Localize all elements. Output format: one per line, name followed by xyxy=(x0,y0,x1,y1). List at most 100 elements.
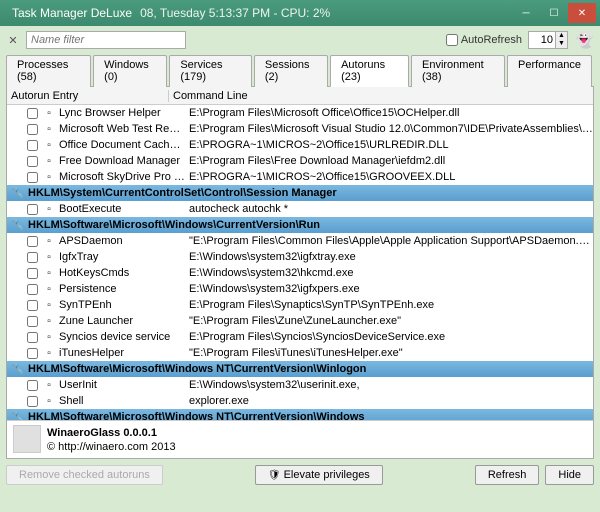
entry-name: Shell xyxy=(59,395,185,407)
autorun-entry[interactable]: ▫iTunesHelper"E:\Program Files\iTunes\iT… xyxy=(7,345,593,361)
autorun-entry[interactable]: ▫UserInitE:\Windows\system32\userinit.ex… xyxy=(7,377,593,393)
entry-name: Free Download Manager xyxy=(59,155,185,167)
spin-up-icon[interactable]: ▲ xyxy=(555,32,567,40)
entry-checkbox[interactable] xyxy=(27,108,38,119)
entry-command: E:\PROGRA~1\MICROS~2\Office15\URLREDIR.D… xyxy=(185,139,593,151)
clear-filter-icon[interactable]: ✕ xyxy=(6,33,20,47)
autorun-entry[interactable]: ▫Office Document Cache Han...E:\PROGRA~1… xyxy=(7,137,593,153)
autorun-entry[interactable]: ▫PersistenceE:\Windows\system32\igfxpers… xyxy=(7,281,593,297)
entry-checkbox[interactable] xyxy=(27,380,38,391)
entry-checkbox[interactable] xyxy=(27,236,38,247)
title-bar: Task Manager DeLuxe 08, Tuesday 5:13:37 … xyxy=(0,0,600,26)
autorun-entry[interactable]: ▫Microsoft Web Test Recorde...E:\Program… xyxy=(7,121,593,137)
spin-down-icon[interactable]: ▼ xyxy=(555,40,567,48)
autorun-entry[interactable]: ▫IgfxTrayE:\Windows\system32\igfxtray.ex… xyxy=(7,249,593,265)
autorun-entry[interactable]: ▫HotKeysCmdsE:\Windows\system32\hkcmd.ex… xyxy=(7,265,593,281)
tab-sessions[interactable]: Sessions (2) xyxy=(254,55,328,87)
entry-name: Persistence xyxy=(59,283,185,295)
entry-name: HotKeysCmds xyxy=(59,267,185,279)
autorefresh-checkbox[interactable]: AutoRefresh xyxy=(446,34,522,46)
entry-checkbox[interactable] xyxy=(27,332,38,343)
entry-name: Zune Launcher xyxy=(59,315,185,327)
entry-checkbox[interactable] xyxy=(27,172,38,183)
bottom-bar: Remove checked autoruns Elevate privileg… xyxy=(0,459,600,491)
tab-autoruns[interactable]: Autoruns (23) xyxy=(330,55,409,87)
detail-app-icon xyxy=(13,425,41,453)
autorefresh-interval[interactable]: ▲▼ xyxy=(528,31,568,49)
entry-name: SynTPEnh xyxy=(59,299,185,311)
app-icon: ▫ xyxy=(42,282,56,296)
name-filter-input[interactable] xyxy=(26,31,186,49)
entry-checkbox[interactable] xyxy=(27,204,38,215)
autorun-entry[interactable]: ▫Shellexplorer.exe xyxy=(7,393,593,409)
refresh-button[interactable]: Refresh xyxy=(475,465,540,485)
column-headers: Autorun Entry Command Line xyxy=(7,87,593,105)
autorun-entry[interactable]: ▫Lync Browser HelperE:\Program Files\Mic… xyxy=(7,105,593,121)
close-button[interactable]: ✕ xyxy=(568,3,596,23)
registry-icon: 🔧 xyxy=(11,362,25,376)
app-icon: ▫ xyxy=(42,170,56,184)
entry-command: E:\Program Files\Free Download Manager\i… xyxy=(185,155,593,167)
col-autorun-entry[interactable]: Autorun Entry xyxy=(7,90,169,102)
maximize-button[interactable]: ☐ xyxy=(540,3,568,23)
entry-checkbox[interactable] xyxy=(27,316,38,327)
ghost-icon[interactable]: 👻 xyxy=(574,30,594,50)
entry-command: E:\Program Files\Microsoft Visual Studio… xyxy=(185,123,593,135)
entry-name: BootExecute xyxy=(59,203,185,215)
autorun-entry[interactable]: ▫BootExecuteautocheck autochk * xyxy=(7,201,593,217)
registry-icon: 🔧 xyxy=(11,218,25,232)
autorun-entry[interactable]: ▫Free Download ManagerE:\Program Files\F… xyxy=(7,153,593,169)
entry-name: IgfxTray xyxy=(59,251,185,263)
entry-checkbox[interactable] xyxy=(27,252,38,263)
autorun-entry[interactable]: ▫SynTPEnhE:\Program Files\Synaptics\SynT… xyxy=(7,297,593,313)
entry-name: Syncios device service xyxy=(59,331,185,343)
entry-checkbox[interactable] xyxy=(27,300,38,311)
group-header[interactable]: 🔧HKLM\Software\Microsoft\Windows NT\Curr… xyxy=(7,409,593,420)
autorun-entry[interactable]: ▫Zune Launcher"E:\Program Files\Zune\Zun… xyxy=(7,313,593,329)
hide-button[interactable]: Hide xyxy=(545,465,594,485)
col-command-line[interactable]: Command Line xyxy=(169,90,593,102)
tab-environment[interactable]: Environment (38) xyxy=(411,55,505,87)
app-icon: ▫ xyxy=(42,330,56,344)
entry-name: iTunesHelper xyxy=(59,347,185,359)
entry-checkbox[interactable] xyxy=(27,156,38,167)
detail-pane: WinaeroGlass 0.0.0.1 © http://winaero.co… xyxy=(7,420,593,458)
tab-services[interactable]: Services (179) xyxy=(169,55,252,87)
tab-windows[interactable]: Windows (0) xyxy=(93,55,167,87)
entry-checkbox[interactable] xyxy=(27,396,38,407)
entry-checkbox[interactable] xyxy=(27,140,38,151)
entry-command: E:\Program Files\Synaptics\SynTP\SynTPEn… xyxy=(185,299,593,311)
entry-checkbox[interactable] xyxy=(27,348,38,359)
entry-checkbox[interactable] xyxy=(27,124,38,135)
entry-checkbox[interactable] xyxy=(27,268,38,279)
entry-command: "E:\Program Files\Common Files\Apple\App… xyxy=(185,235,593,247)
autorun-entry[interactable]: ▫Syncios device serviceE:\Program Files\… xyxy=(7,329,593,345)
group-header[interactable]: 🔧HKLM\Software\Microsoft\Windows NT\Curr… xyxy=(7,361,593,377)
entry-command: E:\Windows\system32\userinit.exe, xyxy=(185,379,593,391)
entry-checkbox[interactable] xyxy=(27,284,38,295)
registry-icon: 🔧 xyxy=(11,410,25,420)
entry-command: E:\Program Files\Microsoft Office\Office… xyxy=(185,107,593,119)
tab-performance[interactable]: Performance xyxy=(507,55,592,87)
app-icon: ▫ xyxy=(42,106,56,120)
app-icon: ▫ xyxy=(42,298,56,312)
entry-command: E:\PROGRA~1\MICROS~2\Office15\GROOVEEX.D… xyxy=(185,171,593,183)
entry-command: autocheck autochk * xyxy=(185,203,593,215)
app-icon: ▫ xyxy=(42,314,56,328)
autoruns-list[interactable]: ▫Lync Browser HelperE:\Program Files\Mic… xyxy=(7,105,593,420)
autorun-entry[interactable]: ▫Microsoft SkyDrive Pro Brow...E:\PROGRA… xyxy=(7,169,593,185)
tab-processes[interactable]: Processes (58) xyxy=(6,55,91,87)
tab-bar: Processes (58)Windows (0)Services (179)S… xyxy=(6,54,594,87)
group-header[interactable]: 🔧HKLM\System\CurrentControlSet\Control\S… xyxy=(7,185,593,201)
app-icon: ▫ xyxy=(42,378,56,392)
entry-command: E:\Windows\system32\igfxpers.exe xyxy=(185,283,593,295)
app-title: Task Manager DeLuxe xyxy=(4,6,140,20)
toolbar: ✕ AutoRefresh ▲▼ 👻 xyxy=(0,26,600,54)
entry-name: Office Document Cache Han... xyxy=(59,139,185,151)
detail-copyright: © http://winaero.com 2013 xyxy=(47,440,176,454)
remove-checked-button[interactable]: Remove checked autoruns xyxy=(6,465,163,485)
minimize-button[interactable]: ─ xyxy=(512,3,540,23)
elevate-button[interactable]: Elevate privileges xyxy=(255,465,383,485)
group-header[interactable]: 🔧HKLM\Software\Microsoft\Windows\Current… xyxy=(7,217,593,233)
autorun-entry[interactable]: ▫APSDaemon"E:\Program Files\Common Files… xyxy=(7,233,593,249)
